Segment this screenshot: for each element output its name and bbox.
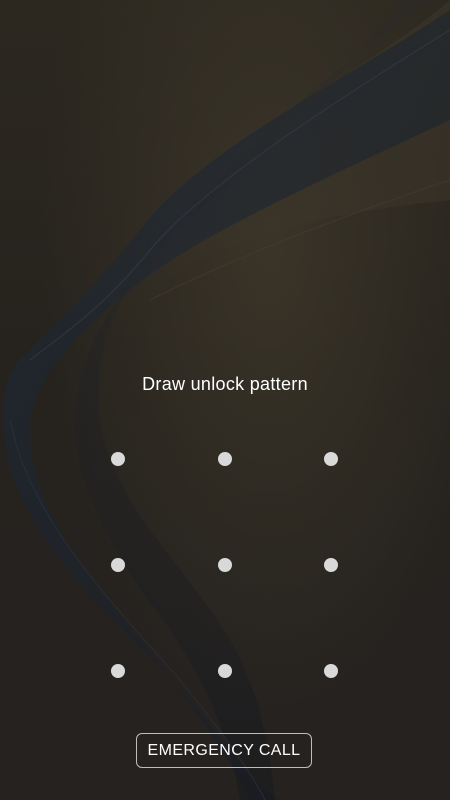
pattern-grid[interactable] xyxy=(0,0,450,800)
emergency-call-button[interactable]: EMERGENCY CALL xyxy=(136,733,312,768)
emergency-call-label: EMERGENCY CALL xyxy=(147,741,301,759)
pattern-dot-3[interactable] xyxy=(324,452,338,466)
pattern-dot-5[interactable] xyxy=(218,558,232,572)
pattern-dot-6[interactable] xyxy=(324,558,338,572)
pattern-dot-4[interactable] xyxy=(111,558,125,572)
pattern-dot-2[interactable] xyxy=(218,452,232,466)
pattern-dot-1[interactable] xyxy=(111,452,125,466)
pattern-dot-8[interactable] xyxy=(218,664,232,678)
lock-screen: Draw unlock pattern EMERGENCY CALL xyxy=(0,0,450,800)
pattern-dot-9[interactable] xyxy=(324,664,338,678)
pattern-dot-7[interactable] xyxy=(111,664,125,678)
